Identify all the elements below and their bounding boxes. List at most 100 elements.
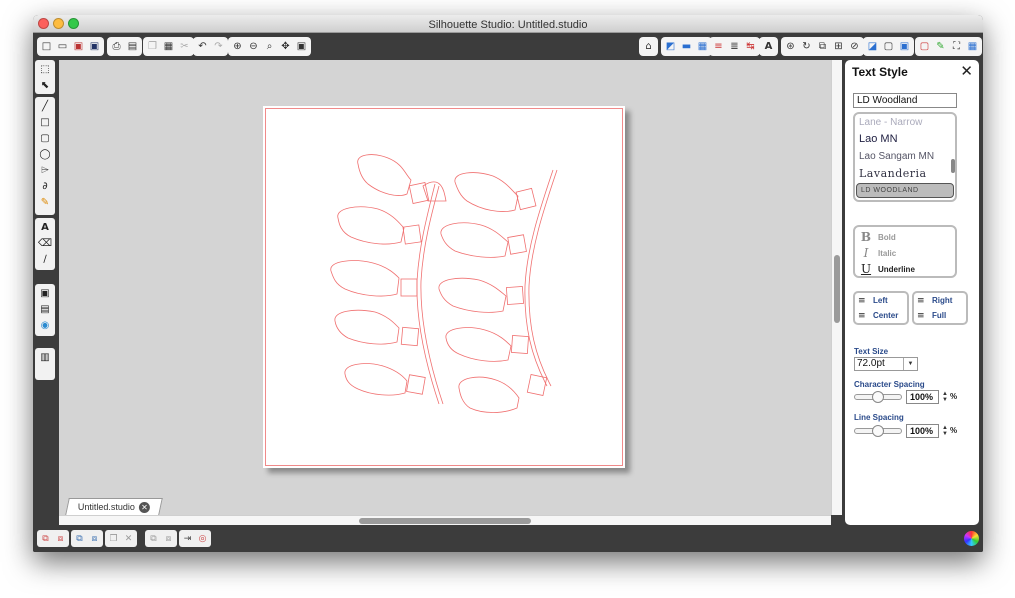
pan-icon[interactable]: ✥	[278, 39, 293, 54]
registration-marks-icon[interactable]: ◎	[196, 532, 209, 545]
curve-tool-icon[interactable]: ∂	[37, 178, 53, 194]
ellipse-tool-icon[interactable]: ◯	[37, 146, 53, 162]
group-icon[interactable]: ⧉	[39, 532, 52, 545]
print-icon[interactable]: ⎙	[109, 39, 124, 54]
copy-icon[interactable]: ❐	[145, 39, 160, 54]
bulb-garland-design[interactable]	[263, 106, 625, 468]
undo-icon[interactable]: ↶	[195, 39, 210, 54]
text-tool-icon[interactable]: A	[37, 219, 53, 235]
align-full-button[interactable]: ≡ Full	[914, 308, 966, 323]
open-file-icon[interactable]: ▭	[55, 39, 70, 54]
offset-icon[interactable]: ▢	[881, 39, 896, 54]
character-spacing-knob[interactable]	[872, 391, 884, 403]
font-search-input[interactable]: LD Woodland	[853, 93, 957, 108]
freehand-tool-icon[interactable]: ✎	[37, 194, 53, 210]
line-color-icon[interactable]: ▬	[679, 39, 694, 54]
font-list-item-selected[interactable]: LD WOODLAND	[856, 183, 954, 198]
document-tab[interactable]: Untitled.studio ✕	[65, 498, 163, 515]
character-spacing-slider[interactable]	[854, 391, 902, 403]
scale-icon[interactable]: ⧉	[815, 39, 830, 54]
underline-option[interactable]: U Underline	[855, 261, 955, 277]
text-size-select[interactable]: 72.0pt ▼	[854, 357, 918, 371]
font-list-scroll-thumb[interactable]	[951, 159, 955, 173]
line-spacing-stepper[interactable]: ▲ ▼	[942, 425, 948, 437]
save-icon[interactable]: ▣	[71, 39, 86, 54]
character-spacing-field[interactable]: 100%	[906, 390, 939, 404]
line-spacing-slider[interactable]	[854, 425, 902, 437]
line-tool-icon[interactable]: ╱	[37, 98, 53, 114]
show-page-icon[interactable]: ▣	[37, 285, 53, 301]
fit-page-icon[interactable]: ▣	[294, 39, 309, 54]
close-window-button[interactable]	[38, 18, 49, 29]
zoom-window-button[interactable]	[68, 18, 79, 29]
line-spacing-field[interactable]: 100%	[906, 424, 939, 438]
vertical-scroll-thumb[interactable]	[834, 255, 840, 323]
minimize-window-button[interactable]	[53, 18, 64, 29]
make-compound-icon[interactable]: ⧉	[73, 532, 86, 545]
font-list-item[interactable]: Lao MN	[855, 131, 955, 148]
sketch-icon[interactable]: ✎	[933, 39, 948, 54]
rounded-rectangle-tool-icon[interactable]: ▢	[37, 130, 53, 146]
point-edit-tool-icon[interactable]: ⬉	[37, 77, 53, 93]
rotate-icon[interactable]: ↻	[799, 39, 814, 54]
send-cutter-icon[interactable]: ▤	[125, 39, 140, 54]
design-canvas[interactable]	[59, 60, 831, 515]
trace-icon[interactable]: ▣	[897, 39, 912, 54]
horizontal-scrollbar[interactable]	[59, 515, 831, 525]
cutting-mat-page[interactable]	[263, 106, 625, 468]
chevron-down-icon[interactable]: ▼	[903, 358, 917, 370]
line-spacing-knob[interactable]	[872, 425, 884, 437]
fill-pattern-icon[interactable]: ▦	[695, 39, 710, 54]
vertical-scrollbar[interactable]	[831, 60, 842, 515]
font-list-item[interactable]: Lao Sangam MN	[855, 148, 955, 165]
silhouette-store-icon[interactable]: ⌂	[641, 39, 656, 54]
line-weight-icon[interactable]: ≣	[727, 39, 742, 54]
page-setup-icon[interactable]: ▢	[917, 39, 932, 54]
ungroup-icon[interactable]: ⧈	[54, 532, 67, 545]
transform-icon[interactable]: ⊛	[783, 39, 798, 54]
font-list-item[interactable]: Lane - Narrow	[855, 114, 955, 131]
align-right-button[interactable]: ≡ Right	[914, 293, 966, 308]
silhouette-connect-icon[interactable]: ◉	[37, 317, 53, 333]
cut-style-icon[interactable]: ↹	[743, 39, 758, 54]
close-panel-icon[interactable]: ✕	[960, 62, 973, 80]
zoom-selection-icon[interactable]: ⌕	[262, 39, 277, 54]
drawing-modes-icon[interactable]: ▥	[37, 349, 53, 365]
replicate-icon[interactable]: ⊘	[847, 39, 862, 54]
fill-color-icon[interactable]: ◩	[663, 39, 678, 54]
zoom-out-icon[interactable]: ⊖	[246, 39, 261, 54]
new-file-icon[interactable]: □	[39, 39, 54, 54]
move-to-layer-icon[interactable]: ⇥	[181, 532, 194, 545]
line-style-icon[interactable]: ≡	[711, 39, 726, 54]
text-style-icon[interactable]: A	[761, 39, 776, 54]
horizontal-scroll-thumb[interactable]	[359, 518, 531, 524]
close-tab-icon[interactable]: ✕	[138, 501, 150, 513]
knife-tool-icon[interactable]: ∕	[37, 251, 53, 267]
align-icon[interactable]: ⊞	[831, 39, 846, 54]
font-list[interactable]: Lane - Narrow Lao MN Lao Sangam MN Lavan…	[853, 112, 957, 202]
bring-front-icon[interactable]: ⧉	[147, 532, 160, 545]
delete-icon[interactable]: ✕	[122, 532, 135, 545]
zoom-in-icon[interactable]: ⊕	[230, 39, 245, 54]
color-wheel-icon[interactable]	[964, 531, 979, 546]
polygon-tool-icon[interactable]: ⌲	[37, 162, 53, 178]
bold-option[interactable]: B Bold	[855, 229, 955, 245]
italic-option[interactable]: I Italic	[855, 245, 955, 261]
library-icon[interactable]: ▦	[965, 39, 980, 54]
cut-settings-icon[interactable]: ⛶	[949, 39, 964, 54]
modify-icon[interactable]: ◪	[865, 39, 880, 54]
duplicate-icon[interactable]: ❐	[107, 532, 120, 545]
save-library-icon[interactable]: ▣	[87, 39, 102, 54]
library-view-icon[interactable]: ▤	[37, 301, 53, 317]
cut-icon[interactable]: ✂	[177, 39, 192, 54]
align-center-button[interactable]: ≡ Center	[855, 308, 907, 323]
paste-icon[interactable]: ▦	[161, 39, 176, 54]
release-compound-icon[interactable]: ⧈	[88, 532, 101, 545]
eraser-tool-icon[interactable]: ⌫	[37, 235, 53, 251]
rectangle-tool-icon[interactable]: □	[37, 114, 53, 130]
title-bar[interactable]: Silhouette Studio: Untitled.studio	[33, 15, 983, 33]
font-list-item[interactable]: Lavanderia	[855, 165, 955, 182]
select-tool-icon[interactable]: ⬚	[37, 61, 53, 77]
redo-icon[interactable]: ↷	[211, 39, 226, 54]
send-back-icon[interactable]: ⧈	[162, 532, 175, 545]
